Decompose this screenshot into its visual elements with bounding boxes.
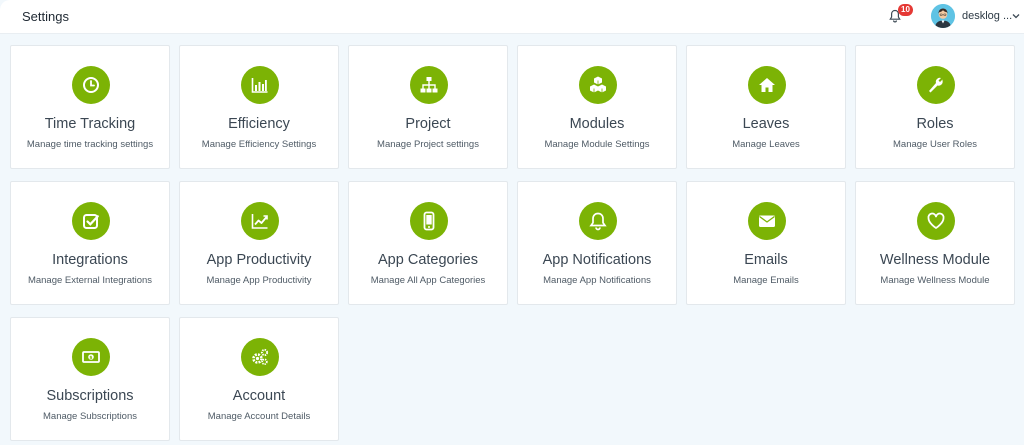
line-chart-icon — [241, 202, 279, 240]
card-title: Efficiency — [228, 116, 290, 132]
user-avatar[interactable] — [931, 4, 955, 28]
money-icon: $ — [72, 338, 110, 376]
card-title: Emails — [744, 252, 788, 268]
card-title: Leaves — [742, 116, 790, 132]
cubes-icon — [579, 66, 617, 104]
settings-card-app-productivity[interactable]: App Productivity Manage App Productivity — [179, 181, 339, 305]
card-description: Manage User Roles — [893, 139, 977, 150]
mobile-icon — [410, 202, 448, 240]
card-description: Manage Efficiency Settings — [201, 139, 317, 150]
heart-icon — [917, 202, 955, 240]
card-title: App Notifications — [542, 252, 652, 268]
settings-card-time-tracking[interactable]: Time Tracking Manage time tracking setti… — [10, 45, 170, 169]
card-title: Project — [405, 116, 451, 132]
card-title: App Productivity — [206, 252, 312, 268]
card-title: Integrations — [52, 252, 128, 268]
user-name[interactable]: desklog ... — [962, 10, 1012, 22]
settings-card-account[interactable]: Account Manage Account Details — [179, 317, 339, 441]
bell-icon — [579, 202, 617, 240]
card-description: Manage External Integrations — [27, 275, 153, 286]
home-icon — [748, 66, 786, 104]
wrench-icon — [917, 66, 955, 104]
cogs-icon — [241, 338, 279, 376]
settings-card-subscriptions[interactable]: $ Subscriptions Manage Subscriptions — [10, 317, 170, 441]
chevron-down-icon[interactable] — [1012, 13, 1020, 19]
settings-card-wellness-module[interactable]: Wellness Module Manage Wellness Module — [855, 181, 1015, 305]
settings-card-integrations[interactable]: Integrations Manage External Integration… — [10, 181, 170, 305]
card-title: Modules — [569, 116, 625, 132]
card-description: Manage time tracking settings — [26, 139, 154, 150]
sitemap-icon — [410, 66, 448, 104]
top-bar: Settings 10 desklog ... — [0, 0, 1024, 34]
envelope-icon — [748, 202, 786, 240]
card-description: Manage App Productivity — [206, 275, 312, 286]
settings-card-leaves[interactable]: Leaves Manage Leaves — [686, 45, 846, 169]
card-description: Manage Subscriptions — [43, 411, 137, 422]
card-description: Manage Project settings — [377, 139, 479, 150]
settings-card-efficiency[interactable]: Efficiency Manage Efficiency Settings — [179, 45, 339, 169]
card-description: Manage Emails — [733, 275, 799, 286]
settings-card-app-categories[interactable]: App Categories Manage All App Categories — [348, 181, 508, 305]
settings-card-project[interactable]: Project Manage Project settings — [348, 45, 508, 169]
settings-card-app-notifications[interactable]: App Notifications Manage App Notificatio… — [517, 181, 677, 305]
settings-card-emails[interactable]: Emails Manage Emails — [686, 181, 846, 305]
card-description: Manage Leaves — [732, 139, 800, 150]
card-title: Account — [232, 388, 286, 404]
card-description: Manage App Notifications — [543, 275, 651, 286]
clock-icon — [72, 66, 110, 104]
svg-text:$: $ — [89, 355, 92, 361]
card-description: Manage Module Settings — [544, 139, 650, 150]
card-title: App Categories — [378, 252, 478, 268]
card-description: Manage All App Categories — [370, 275, 486, 286]
settings-card-roles[interactable]: Roles Manage User Roles — [855, 45, 1015, 169]
card-description: Manage Wellness Module — [880, 275, 990, 286]
card-title: Subscriptions — [46, 388, 134, 404]
notification-count-badge: 10 — [898, 4, 913, 16]
card-title: Roles — [916, 116, 954, 132]
settings-card-modules[interactable]: Modules Manage Module Settings — [517, 45, 677, 169]
card-title: Wellness Module — [879, 252, 991, 268]
bar-chart-icon — [241, 66, 279, 104]
card-title: Time Tracking — [44, 116, 136, 132]
check-square-icon — [72, 202, 110, 240]
card-description: Manage Account Details — [207, 411, 311, 422]
page-title: Settings — [22, 9, 69, 24]
